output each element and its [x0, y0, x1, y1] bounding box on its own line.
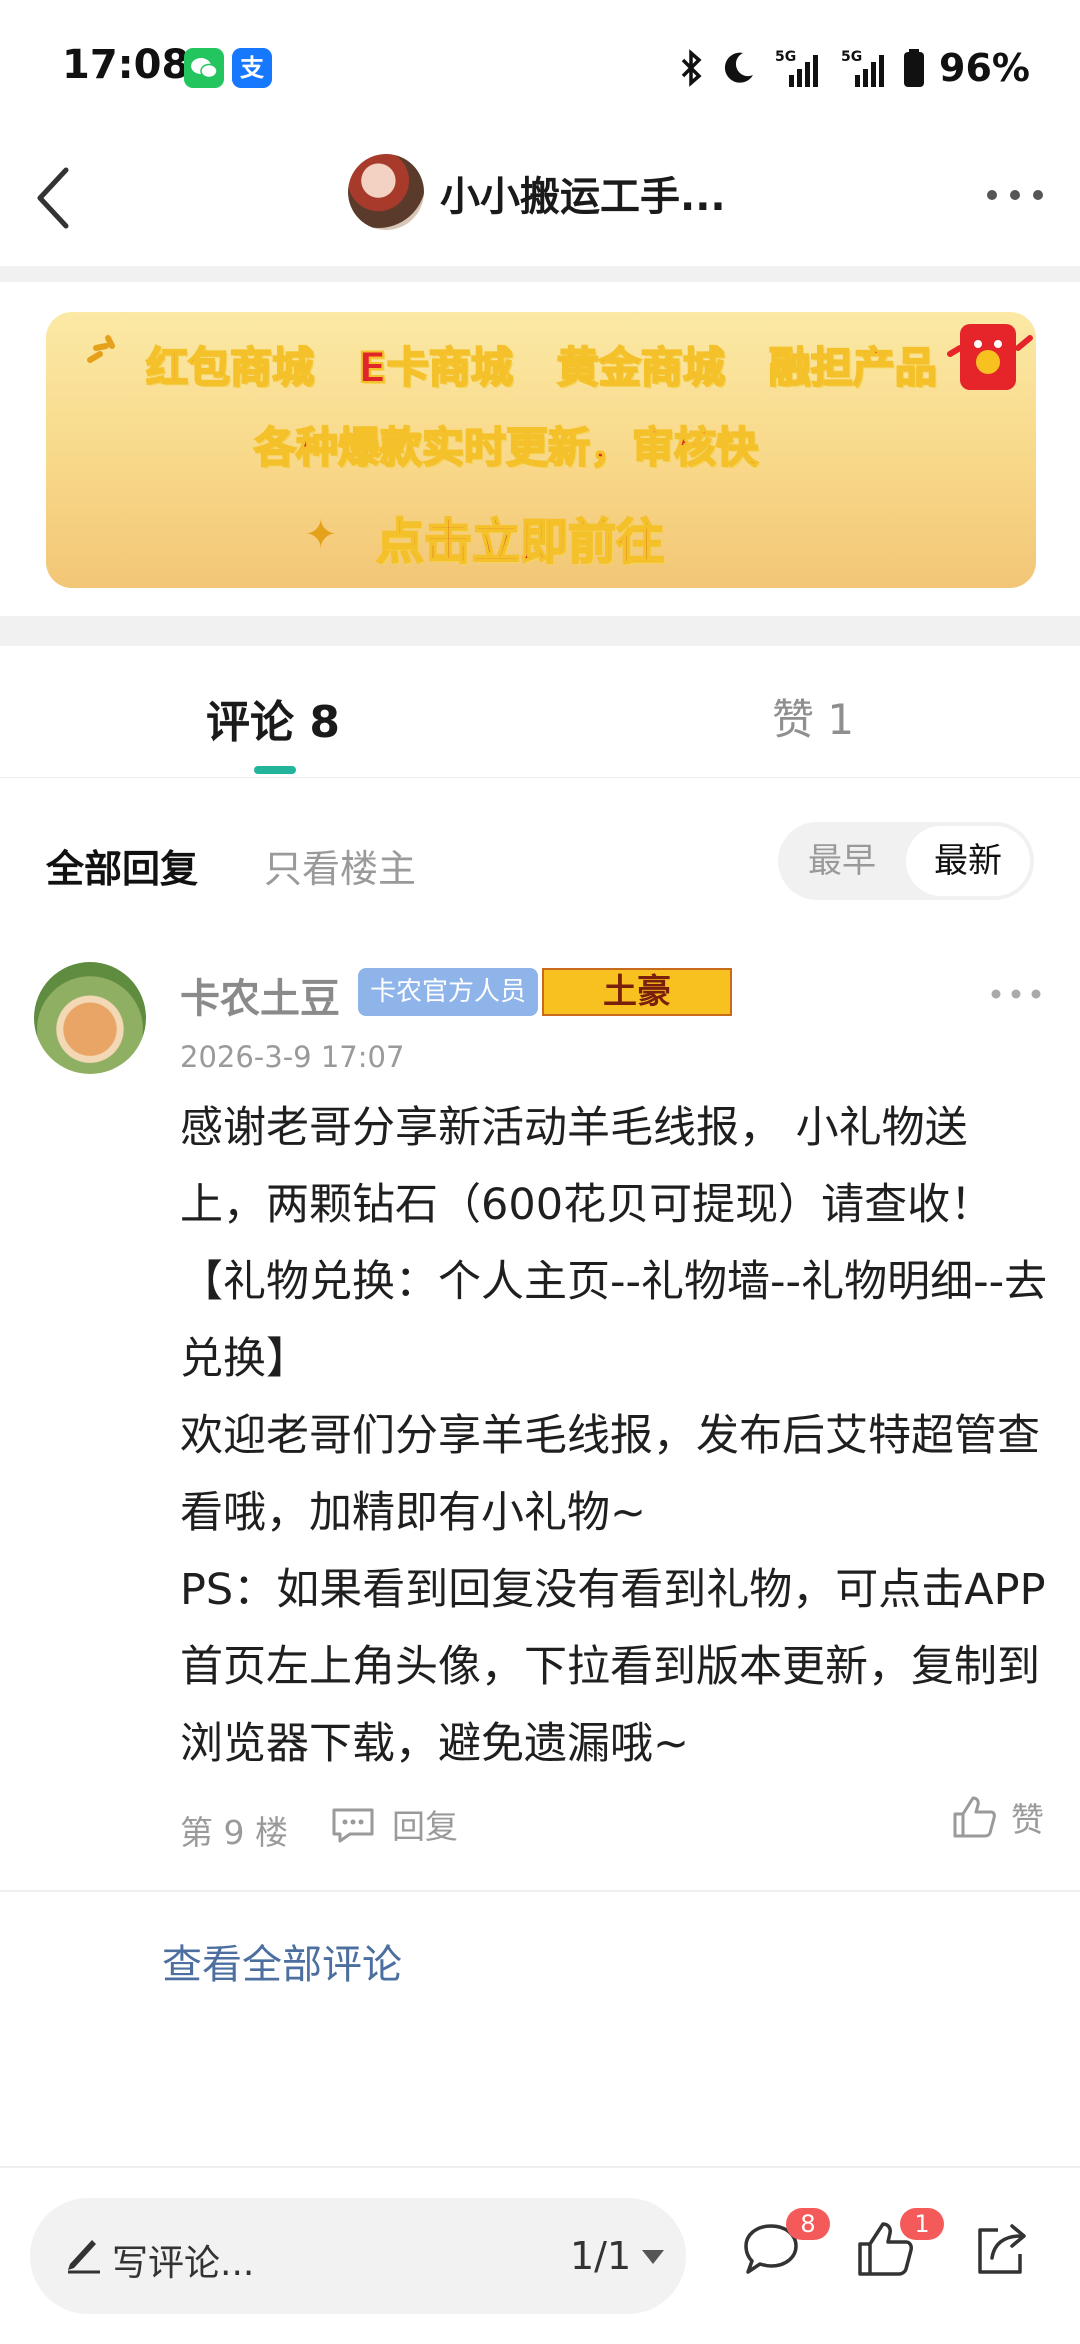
status-time: 17:08	[62, 42, 190, 88]
like-count-badge: 1	[900, 2208, 944, 2240]
status-icons: 5G 5G 96%	[679, 44, 1030, 92]
chevron-left-icon	[37, 167, 69, 229]
reply-filter: 全部回复 只看楼主 最早 最新	[0, 808, 1080, 918]
write-comment-input[interactable]: 写评论... 1/1	[30, 2198, 686, 2314]
bluetooth-icon	[681, 49, 702, 87]
active-tab-indicator	[254, 766, 296, 774]
page-indicator[interactable]: 1/1	[570, 2234, 631, 2278]
comment-body: 感谢老哥分享新活动羊毛线报， 小礼物送上，两颗钻石（600花贝可提现）请查收！【…	[180, 1090, 1050, 1783]
comment-count-badge: 8	[786, 2208, 830, 2240]
promo-banner[interactable]: 红包商城 E卡商城 黄金商城 融担产品 各种爆款实时更新，审核快 ✦ 点击立即前…	[46, 312, 1036, 588]
banner-categories: 红包商城 E卡商城 黄金商城 融担产品	[145, 334, 938, 395]
section-divider	[0, 616, 1080, 646]
official-badge: 卡农官方人员	[358, 968, 539, 1016]
tab-comments[interactable]: 评论 8	[206, 686, 340, 750]
svg-text:5G: 5G	[775, 49, 796, 65]
comment-paragraph: 感谢老哥分享新活动羊毛线报， 小礼物送上，两颗钻石（600花贝可提现）请查收！【…	[180, 1103, 1048, 1384]
sort-newest[interactable]: 最新	[906, 826, 1030, 896]
share-icon	[978, 2224, 1026, 2274]
reply-button[interactable]: 回复	[328, 1800, 458, 1848]
battery-level: 96%	[939, 46, 1030, 90]
banner-subtitle: 各种爆款实时更新，审核快	[253, 422, 759, 473]
more-button[interactable]	[980, 180, 1050, 210]
author-avatar[interactable]	[348, 154, 424, 230]
moon-icon	[724, 52, 754, 83]
commenter-name[interactable]: 卡农土豆	[180, 966, 340, 1024]
banner-item: 黄金商城	[556, 342, 726, 393]
view-all-comments-link[interactable]: 查看全部评论	[162, 1932, 402, 1990]
filter-all-replies[interactable]: 全部回复	[46, 838, 198, 893]
tab-likes[interactable]: 赞 1	[772, 686, 854, 747]
section-divider	[0, 266, 1080, 282]
back-button[interactable]	[26, 160, 86, 236]
svg-text:5G: 5G	[841, 49, 862, 65]
write-comment-placeholder: 写评论...	[112, 2243, 255, 2284]
more-horizontal-icon	[987, 190, 1043, 200]
author-name[interactable]: 小小搬运工手...	[440, 164, 726, 222]
status-bar: 17:08 支 5G 5G 96%	[0, 0, 1080, 130]
banner-item: 融担产品	[768, 342, 938, 393]
comment-divider	[0, 1890, 1080, 1892]
like-label: 赞	[1011, 1800, 1044, 1839]
thumbs-up-icon	[953, 1796, 996, 1838]
rich-medal-badge: 土豪	[542, 968, 732, 1016]
alipay-icon: 支	[232, 48, 272, 88]
post-detail-page: 17:08 支 5G 5G 96% 小小搬运工手... 红包商城 E卡商城 黄金…	[0, 0, 1080, 2344]
share-button[interactable]	[968, 2216, 1034, 2282]
sort-earliest[interactable]: 最早	[778, 822, 906, 900]
red-envelope-mascot-icon	[947, 324, 1033, 390]
wechat-icon	[184, 48, 224, 88]
bottom-action-bar: 写评论... 1/1 8 1	[0, 2166, 1080, 2344]
comment-time: 2026-3-9 17:07	[180, 1040, 405, 1074]
signal-5g-icon: 5G	[841, 49, 885, 87]
comment-more-button[interactable]	[986, 984, 1046, 1004]
signal-5g-icon: 5G	[775, 49, 819, 87]
comment-paragraph: PS：如果看到回复没有看到礼物，可点击APP首页左上角头像，下拉看到版本更新，复…	[180, 1565, 1046, 1769]
caret-down-icon[interactable]	[640, 2248, 666, 2266]
reply-bubble-icon	[332, 1808, 374, 1843]
sort-toggle: 最早 最新	[778, 822, 1034, 900]
comment-paragraph: 欢迎老哥们分享羊毛线报，发布后艾特超管查看哦，加精即有小礼物~	[180, 1411, 1040, 1538]
banner-cta[interactable]: 点击立即前往	[375, 502, 665, 572]
top-nav: 小小搬运工手...	[0, 130, 1080, 266]
reply-label: 回复	[392, 1807, 458, 1846]
banner-item: 红包商城	[145, 342, 315, 393]
more-horizontal-icon	[991, 989, 1041, 999]
commenter-avatar[interactable]	[34, 962, 146, 1074]
like-button[interactable]: 赞	[949, 1792, 1044, 1842]
battery-icon	[904, 49, 925, 87]
sparkle-rays-icon	[87, 335, 115, 363]
banner-item: E卡商城	[357, 342, 514, 393]
sparkle-icon: ✦	[304, 512, 338, 558]
comment-tabs: 评论 8 赞 1	[0, 646, 1080, 778]
filter-op-only[interactable]: 只看楼主	[264, 838, 416, 893]
floor-number: 第 9 楼	[180, 1813, 288, 1852]
pencil-icon	[68, 2240, 100, 2274]
